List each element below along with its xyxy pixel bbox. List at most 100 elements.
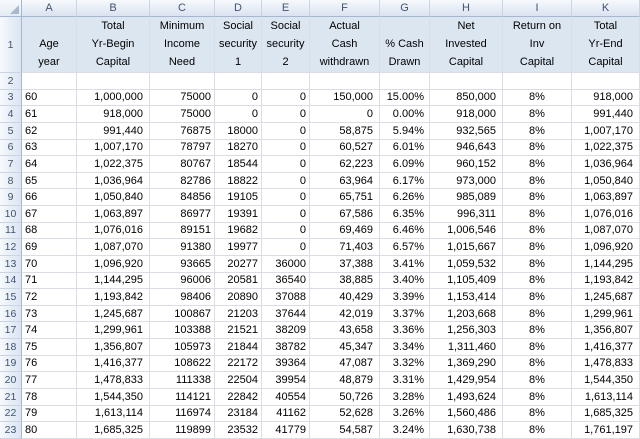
column-header-B[interactable]: B <box>77 0 150 17</box>
cell-K5[interactable]: 1,007,170 <box>572 123 640 140</box>
cell-B2[interactable] <box>77 73 150 90</box>
cell-D17[interactable]: 21521 <box>215 322 262 339</box>
cell-H5[interactable]: 932,565 <box>430 123 503 140</box>
column-header-K[interactable]: K <box>572 0 640 17</box>
cell-A21[interactable]: 78 <box>22 389 77 406</box>
cell-H20[interactable]: 1,429,954 <box>430 372 503 389</box>
cell-K22[interactable]: 1,685,325 <box>572 406 640 423</box>
cell-K21[interactable]: 1,613,114 <box>572 389 640 406</box>
cell-K17[interactable]: 1,356,807 <box>572 322 640 339</box>
cell-F10[interactable]: 67,586 <box>310 206 380 223</box>
cell-B12[interactable]: 1,087,070 <box>77 239 150 256</box>
column-header-H[interactable]: H <box>430 0 503 17</box>
cell-H11[interactable]: 1,006,546 <box>430 223 503 240</box>
cell-H7[interactable]: 960,152 <box>430 156 503 173</box>
header-cell-actual-cash-withdrawn[interactable]: Actual Cash withdrawn <box>310 17 380 73</box>
cell-A22[interactable]: 79 <box>22 406 77 423</box>
cell-F13[interactable]: 37,388 <box>310 256 380 273</box>
cell-E2[interactable] <box>262 73 310 90</box>
cell-K4[interactable]: 991,440 <box>572 106 640 123</box>
cell-B18[interactable]: 1,356,807 <box>77 339 150 356</box>
cell-D4[interactable]: 0 <box>215 106 262 123</box>
cell-D6[interactable]: 18270 <box>215 140 262 157</box>
cell-B7[interactable]: 1,022,375 <box>77 156 150 173</box>
cell-G6[interactable]: 6.01% <box>380 140 430 157</box>
row-header-22[interactable]: 22 <box>0 406 22 423</box>
cell-E14[interactable]: 36540 <box>262 273 310 290</box>
cell-I19[interactable]: 8% <box>503 356 572 373</box>
cell-D10[interactable]: 19391 <box>215 206 262 223</box>
cell-K10[interactable]: 1,076,016 <box>572 206 640 223</box>
cell-B23[interactable]: 1,685,325 <box>77 422 150 439</box>
cell-I18[interactable]: 8% <box>503 339 572 356</box>
cell-B20[interactable]: 1,478,833 <box>77 372 150 389</box>
cell-I5[interactable]: 8% <box>503 123 572 140</box>
cell-H10[interactable]: 996,311 <box>430 206 503 223</box>
row-header-14[interactable]: 14 <box>0 273 22 290</box>
cell-F4[interactable]: 0 <box>310 106 380 123</box>
cell-G9[interactable]: 6.26% <box>380 189 430 206</box>
cell-D8[interactable]: 18822 <box>215 173 262 190</box>
cell-I10[interactable]: 8% <box>503 206 572 223</box>
cell-K9[interactable]: 1,063,897 <box>572 189 640 206</box>
cell-A5[interactable]: 62 <box>22 123 77 140</box>
cell-I15[interactable]: 8% <box>503 289 572 306</box>
cell-K19[interactable]: 1,478,833 <box>572 356 640 373</box>
select-all-corner[interactable] <box>0 0 22 17</box>
cell-D12[interactable]: 19977 <box>215 239 262 256</box>
cell-F16[interactable]: 42,019 <box>310 306 380 323</box>
cell-H15[interactable]: 1,153,414 <box>430 289 503 306</box>
cell-F23[interactable]: 54,587 <box>310 422 380 439</box>
cell-I17[interactable]: 8% <box>503 322 572 339</box>
cell-D14[interactable]: 20581 <box>215 273 262 290</box>
cell-K13[interactable]: 1,144,295 <box>572 256 640 273</box>
cell-D21[interactable]: 22842 <box>215 389 262 406</box>
cell-F14[interactable]: 38,885 <box>310 273 380 290</box>
cell-A12[interactable]: 69 <box>22 239 77 256</box>
cell-A8[interactable]: 65 <box>22 173 77 190</box>
cell-G3[interactable]: 15.00% <box>380 90 430 107</box>
cell-K11[interactable]: 1,087,070 <box>572 223 640 240</box>
row-header-20[interactable]: 20 <box>0 372 22 389</box>
row-header-15[interactable]: 15 <box>0 289 22 306</box>
cell-I8[interactable]: 8% <box>503 173 572 190</box>
cell-E11[interactable]: 0 <box>262 223 310 240</box>
cell-F15[interactable]: 40,429 <box>310 289 380 306</box>
header-cell-total-yr-begin-capital[interactable]: Total Yr-Begin Capital <box>77 17 150 73</box>
cell-E8[interactable]: 0 <box>262 173 310 190</box>
cell-A17[interactable]: 74 <box>22 322 77 339</box>
cell-H6[interactable]: 946,643 <box>430 140 503 157</box>
cell-I20[interactable]: 8% <box>503 372 572 389</box>
cell-F5[interactable]: 58,875 <box>310 123 380 140</box>
cell-G12[interactable]: 6.57% <box>380 239 430 256</box>
cell-G18[interactable]: 3.34% <box>380 339 430 356</box>
cell-D19[interactable]: 22172 <box>215 356 262 373</box>
cell-A2[interactable] <box>22 73 77 90</box>
cell-B5[interactable]: 991,440 <box>77 123 150 140</box>
cell-A9[interactable]: 66 <box>22 189 77 206</box>
cell-B19[interactable]: 1,416,377 <box>77 356 150 373</box>
cell-K12[interactable]: 1,096,920 <box>572 239 640 256</box>
cell-E6[interactable]: 0 <box>262 140 310 157</box>
cell-I7[interactable]: 8% <box>503 156 572 173</box>
cell-H21[interactable]: 1,493,624 <box>430 389 503 406</box>
cell-G15[interactable]: 3.39% <box>380 289 430 306</box>
cell-C6[interactable]: 78797 <box>150 140 215 157</box>
cell-C7[interactable]: 80767 <box>150 156 215 173</box>
cell-D7[interactable]: 18544 <box>215 156 262 173</box>
cell-F22[interactable]: 52,628 <box>310 406 380 423</box>
cell-F7[interactable]: 62,223 <box>310 156 380 173</box>
cell-C2[interactable] <box>150 73 215 90</box>
cell-A15[interactable]: 72 <box>22 289 77 306</box>
row-header-6[interactable]: 6 <box>0 140 22 157</box>
cell-K2[interactable] <box>572 73 640 90</box>
cell-C19[interactable]: 108622 <box>150 356 215 373</box>
cell-C5[interactable]: 76875 <box>150 123 215 140</box>
cell-F21[interactable]: 50,726 <box>310 389 380 406</box>
cell-E7[interactable]: 0 <box>262 156 310 173</box>
header-cell-pct-cash-drawn[interactable]: % Cash Drawn <box>380 17 430 73</box>
cell-K23[interactable]: 1,761,197 <box>572 422 640 439</box>
cell-C16[interactable]: 100867 <box>150 306 215 323</box>
cell-B21[interactable]: 1,544,350 <box>77 389 150 406</box>
cell-E13[interactable]: 36000 <box>262 256 310 273</box>
